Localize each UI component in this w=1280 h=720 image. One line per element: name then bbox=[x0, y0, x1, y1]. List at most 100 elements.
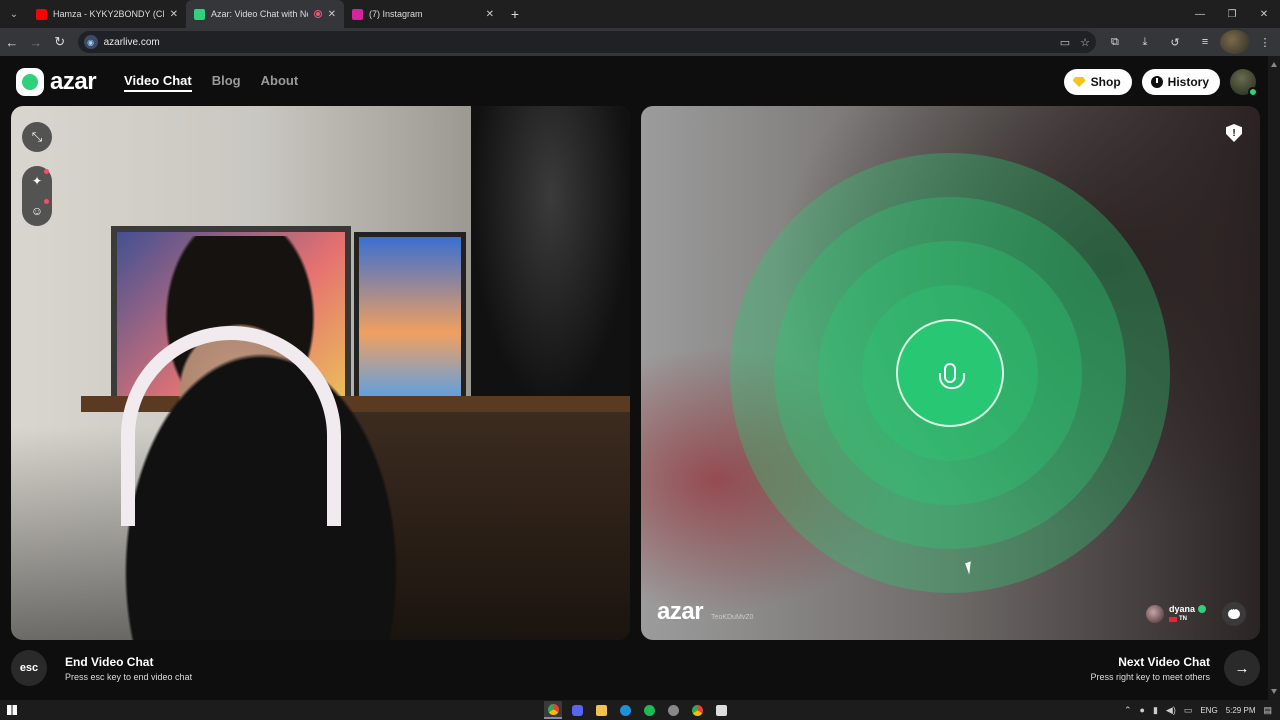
history-button[interactable]: History bbox=[1141, 69, 1220, 95]
back-icon[interactable]: ← bbox=[0, 30, 24, 54]
tab-search-icon[interactable]: ⌄ bbox=[0, 0, 28, 28]
watermark-id: TeoKDuMvZ0 bbox=[711, 614, 754, 621]
history-icon[interactable]: ↺ bbox=[1160, 30, 1190, 54]
instagram-icon bbox=[352, 8, 363, 20]
notifications-icon[interactable]: ▤ bbox=[1263, 705, 1272, 716]
peer-avatar bbox=[1145, 605, 1164, 623]
volume-icon[interactable]: ◀) bbox=[1166, 705, 1176, 716]
tab-instagram[interactable]: (7) Instagram ✕ bbox=[344, 0, 502, 28]
close-tab-icon[interactable]: ✕ bbox=[486, 9, 494, 20]
remote-video: ! azar TeoKDuMvZ0 dyana TN bbox=[641, 106, 1260, 640]
scroll-up-icon[interactable] bbox=[1271, 62, 1277, 67]
edge-icon[interactable] bbox=[616, 701, 634, 719]
more-menu-icon[interactable]: ⋮ bbox=[1250, 30, 1280, 54]
main-nav: Video Chat Blog About bbox=[124, 73, 298, 92]
close-tab-icon[interactable]: ✕ bbox=[170, 9, 178, 20]
profile-icon[interactable] bbox=[1219, 30, 1250, 54]
next-video-chat[interactable]: Next Video Chat Press right key to meet … bbox=[1090, 650, 1260, 686]
windows-start-icon[interactable] bbox=[0, 700, 24, 720]
extensions-icon[interactable]: ⧉ bbox=[1100, 30, 1130, 54]
site-info-icon[interactable]: ◉ bbox=[83, 35, 98, 49]
settings-icon[interactable] bbox=[664, 701, 682, 719]
sparkle-effects-icon[interactable]: ✦ bbox=[28, 169, 49, 190]
network-icon[interactable]: ▭ bbox=[1184, 705, 1193, 716]
address-bar[interactable]: ◉ azarlive.com ▭ ☆ bbox=[77, 31, 1096, 53]
site-header: azar Video Chat Blog About Shop History bbox=[16, 68, 1258, 97]
azar-logo-icon bbox=[16, 68, 44, 96]
nav-about[interactable]: About bbox=[261, 73, 299, 92]
gem-icon bbox=[1072, 77, 1086, 87]
history-label: History bbox=[1167, 75, 1209, 89]
chrome-profile-icon[interactable] bbox=[688, 701, 706, 719]
clock-time[interactable]: 5:29 PM bbox=[1226, 706, 1256, 715]
cast-icon[interactable]: ▭ bbox=[1060, 36, 1070, 49]
tab-youtube[interactable]: Hamza - KYKY2BONDY (Clip Of ✕ bbox=[28, 0, 186, 28]
chat-button[interactable] bbox=[1222, 602, 1246, 626]
forward-icon[interactable]: → bbox=[24, 30, 48, 54]
shop-label: Shop bbox=[1090, 75, 1121, 89]
minimize-icon[interactable]: — bbox=[1184, 0, 1216, 28]
youtube-icon bbox=[36, 8, 47, 20]
new-tab-button[interactable]: + bbox=[502, 6, 528, 22]
effects-toolbar: ✦ ☺ bbox=[22, 166, 52, 226]
azar-logo[interactable]: azar bbox=[16, 68, 97, 96]
report-shield-icon[interactable]: ! bbox=[1226, 124, 1242, 142]
capcut-icon[interactable] bbox=[712, 701, 730, 719]
nav-blog[interactable]: Blog bbox=[212, 73, 241, 92]
end-title: End Video Chat bbox=[65, 654, 154, 669]
azar-icon bbox=[194, 8, 205, 20]
tray-app-icon[interactable]: ● bbox=[1140, 705, 1145, 715]
esc-key-button[interactable]: esc bbox=[11, 650, 47, 686]
next-arrow-button[interactable]: → bbox=[1224, 650, 1260, 686]
page-scrollbar[interactable] bbox=[1268, 56, 1280, 700]
next-subtitle: Press right key to meet others bbox=[1090, 671, 1210, 682]
tab-azar[interactable]: Azar: Video Chat with New ✕ bbox=[186, 0, 344, 28]
minimize-video-icon[interactable]: ⤡ bbox=[22, 122, 52, 152]
page: azar Video Chat Blog About Shop History bbox=[0, 56, 1268, 700]
shop-button[interactable]: Shop bbox=[1063, 69, 1132, 95]
watermark-logo: azar bbox=[657, 598, 704, 625]
chevron-up-icon[interactable]: ⌃ bbox=[1124, 705, 1132, 716]
next-title: Next Video Chat bbox=[1118, 654, 1210, 669]
chat-controls: esc End Video Chat Press esc key to end … bbox=[0, 650, 1268, 690]
browser-tabbar: ⌄ Hamza - KYKY2BONDY (Clip Of ✕ Azar: Vi… bbox=[0, 0, 1280, 28]
close-window-icon[interactable]: ✕ bbox=[1248, 0, 1280, 28]
scroll-down-icon[interactable] bbox=[1271, 689, 1277, 694]
taskbar-apps bbox=[544, 700, 730, 720]
microphone-tray-icon[interactable]: ▮ bbox=[1153, 705, 1158, 716]
file-explorer-icon[interactable] bbox=[592, 701, 610, 719]
window-controls: — ❐ ✕ bbox=[1184, 0, 1280, 28]
end-subtitle: Press esc key to end video chat bbox=[65, 671, 193, 682]
user-avatar[interactable] bbox=[1230, 69, 1258, 97]
language-indicator[interactable]: ENG bbox=[1200, 706, 1217, 715]
tab-title: Azar: Video Chat with New bbox=[211, 9, 308, 19]
flag-icon bbox=[1168, 616, 1177, 622]
recording-icon bbox=[313, 10, 322, 18]
spotify-icon[interactable] bbox=[640, 701, 658, 719]
restore-icon[interactable]: ❐ bbox=[1216, 0, 1248, 28]
url-text: azarlive.com bbox=[103, 36, 160, 48]
nav-video-chat[interactable]: Video Chat bbox=[124, 73, 192, 92]
close-tab-icon[interactable]: ✕ bbox=[328, 9, 336, 20]
reload-icon[interactable]: ↻ bbox=[48, 30, 72, 54]
online-badge bbox=[1248, 87, 1258, 97]
peer-profile[interactable]: dyana TN bbox=[1145, 604, 1206, 624]
video-tools: ⤡ ✦ ☺ bbox=[22, 122, 52, 226]
end-video-chat[interactable]: esc End Video Chat Press esc key to end … bbox=[11, 650, 192, 686]
download-icon[interactable]: ⤓ bbox=[1130, 30, 1160, 54]
peer-name: dyana bbox=[1168, 604, 1195, 614]
chrome-icon[interactable] bbox=[544, 701, 562, 719]
tab-title: (7) Instagram bbox=[369, 9, 423, 19]
discord-icon[interactable] bbox=[568, 701, 586, 719]
browser-toolbar: ← → ↻ ◉ azarlive.com ▭ ☆ ⧉ ⤓ ↺ ≡ ⋮ bbox=[0, 28, 1280, 56]
taskbar: ⌃ ● ▮ ◀) ▭ ENG 5:29 PM ▤ bbox=[0, 700, 1280, 720]
logo-text: azar bbox=[50, 68, 97, 95]
peer-country: TN bbox=[1178, 616, 1187, 622]
media-control-icon[interactable]: ≡ bbox=[1190, 30, 1220, 54]
azar-watermark: azar TeoKDuMvZ0 bbox=[657, 598, 753, 626]
microphone-button[interactable] bbox=[896, 319, 1004, 427]
chat-icon bbox=[1228, 605, 1240, 619]
tab-title: Hamza - KYKY2BONDY (Clip Of bbox=[53, 9, 164, 19]
bookmark-star-icon[interactable]: ☆ bbox=[1080, 36, 1090, 49]
face-filter-icon[interactable]: ☺ bbox=[28, 199, 49, 220]
